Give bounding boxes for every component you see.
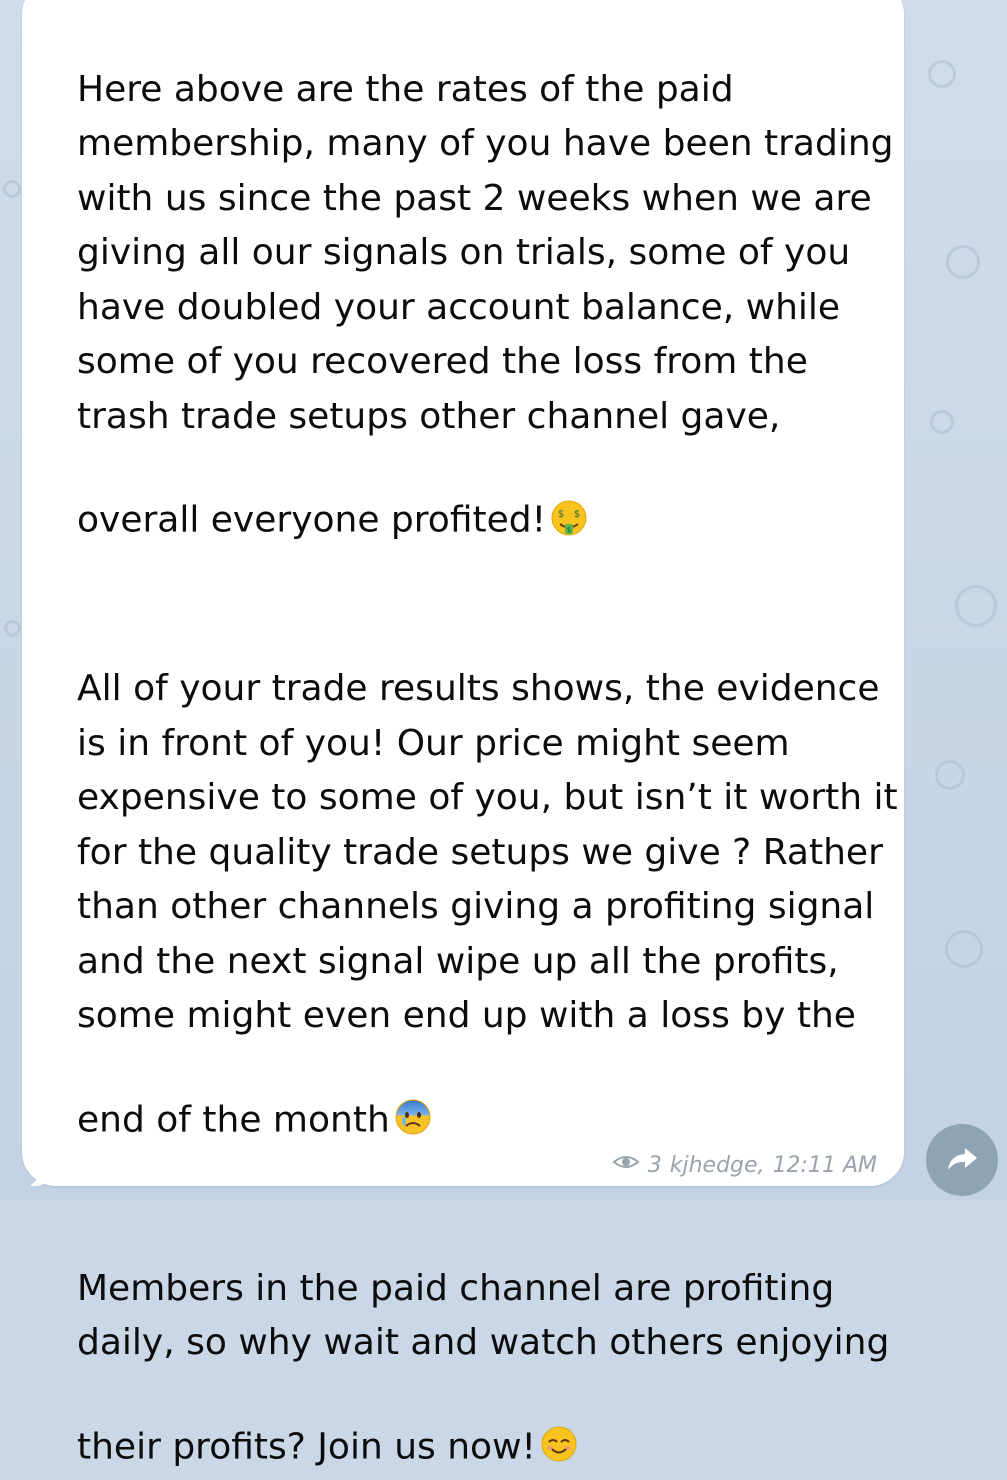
message-paragraph-text: Here above are the rates of the paid mem… <box>77 68 894 541</box>
background-doodle <box>4 620 21 637</box>
message-paragraph-text: Members in the paid channel are profitin… <box>77 1267 890 1468</box>
eye-icon <box>612 1152 640 1178</box>
smiling-face-with-smiling-eyes-icon <box>540 1371 578 1480</box>
money-mouth-face-icon: $ $ $ <box>550 444 588 553</box>
message-bubble[interactable]: Here above are the rates of the paid mem… <box>22 0 904 1467</box>
svg-text:$: $ <box>567 526 571 534</box>
message-bubble-tail <box>30 1158 60 1186</box>
background-doodle <box>928 60 956 88</box>
message-meta: 3 kjhedge, 12:11 AM <box>612 1150 877 1180</box>
svg-text:$: $ <box>574 509 580 520</box>
background-doodle <box>3 180 21 198</box>
svg-text:$: $ <box>558 509 564 520</box>
forward-arrow-icon <box>945 1143 979 1177</box>
anxious-face-with-sweat-icon <box>394 1044 432 1153</box>
view-count: 3 <box>647 1152 662 1178</box>
background-doodle <box>945 930 983 968</box>
message-paragraph-2: All of your trade results shows, the evi… <box>77 608 907 1153</box>
author-name: kjhedge, <box>669 1152 765 1178</box>
background-doodle <box>935 760 965 790</box>
message-time: 12:11 AM <box>772 1152 877 1178</box>
message-paragraph-text: All of your trade results shows, the evi… <box>77 668 898 1140</box>
background-doodle <box>946 245 980 279</box>
message-paragraph-3: Members in the paid channel are profitin… <box>77 1207 907 1480</box>
background-doodle <box>955 585 997 627</box>
message-text: Here above are the rates of the paid mem… <box>77 8 907 1480</box>
message-paragraph-1: Here above are the rates of the paid mem… <box>77 8 907 553</box>
background-doodle <box>930 410 954 434</box>
forward-button[interactable] <box>926 1124 998 1196</box>
